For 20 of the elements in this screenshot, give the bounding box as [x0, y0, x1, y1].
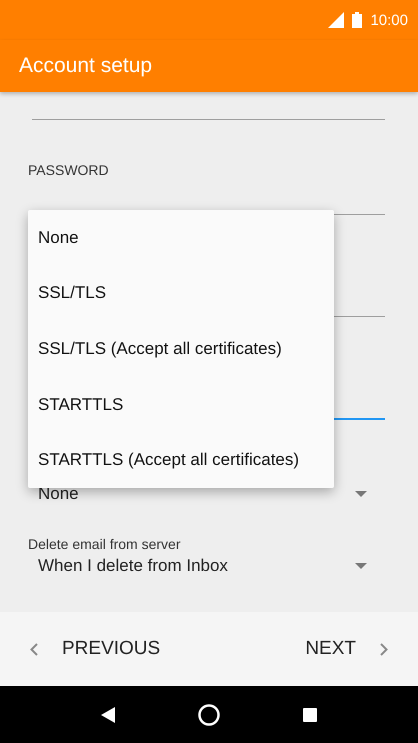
chevron-left-icon	[30, 642, 38, 656]
menu-item[interactable]: STARTTLS	[28, 376, 334, 432]
status-time: 10:00	[370, 12, 408, 28]
home-icon[interactable]	[198, 704, 220, 726]
app-bar-title: Account setup	[19, 54, 152, 78]
recents-icon[interactable]	[302, 708, 317, 722]
next-button[interactable]: NEXT	[301, 632, 392, 666]
previous-button[interactable]: PREVIOUS	[26, 632, 164, 666]
delete-email-dropdown[interactable]: When I delete from Inbox	[28, 552, 385, 580]
menu-item[interactable]: SSL/TLS (Accept all certificates)	[28, 321, 334, 377]
delete-email-label: Delete email from server	[28, 536, 182, 552]
battery-icon	[352, 12, 362, 28]
signal-icon	[328, 12, 344, 28]
dropdown-caret-icon	[355, 491, 367, 497]
password-label: PASSWORD	[28, 162, 110, 178]
back-icon[interactable]	[101, 706, 116, 722]
chevron-right-icon	[380, 642, 388, 656]
menu-item[interactable]: None	[28, 210, 334, 266]
dropdown-caret-icon	[355, 563, 367, 569]
menu-item[interactable]: SSL/TLS	[28, 266, 334, 322]
